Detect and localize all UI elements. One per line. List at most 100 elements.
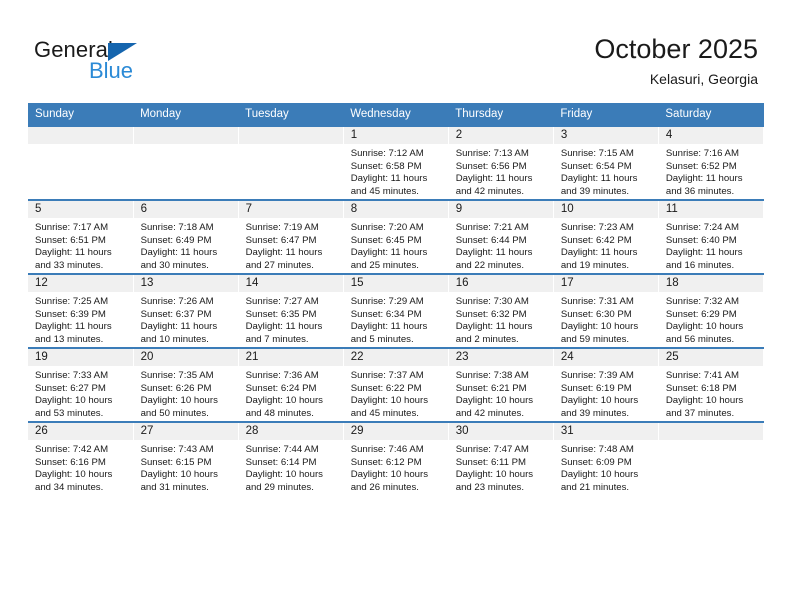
calendar-day-cell[interactable]: 29 Sunrise: 7:46 AM Sunset: 6:12 PM Dayl… [343, 421, 449, 495]
day-number: 12 [28, 275, 133, 292]
day-number: 20 [133, 349, 238, 366]
day-number: 29 [343, 423, 448, 440]
calendar-day-cell[interactable]: 7 Sunrise: 7:19 AM Sunset: 6:47 PM Dayli… [238, 199, 344, 274]
calendar-day-cell[interactable]: 20 Sunrise: 7:35 AM Sunset: 6:26 PM Dayl… [133, 347, 239, 422]
calendar-day-cell[interactable]: 18 Sunrise: 7:32 AM Sunset: 6:29 PM Dayl… [658, 273, 765, 348]
sunrise-text: Sunrise: 7:16 AM [665, 148, 739, 159]
daylight-text: Daylight: 11 hours and 5 minutes. [350, 321, 428, 345]
sunrise-text: Sunrise: 7:13 AM [455, 148, 529, 159]
daylight-text: Daylight: 11 hours and 10 minutes. [140, 321, 218, 345]
calendar-day-cell[interactable]: 28 Sunrise: 7:44 AM Sunset: 6:14 PM Dayl… [238, 421, 344, 495]
day-number [133, 127, 238, 144]
daylight-text: Daylight: 11 hours and 36 minutes. [665, 173, 743, 197]
day-details: Sunrise: 7:31 AM Sunset: 6:30 PM Dayligh… [554, 292, 658, 346]
calendar-day-cell[interactable]: 12 Sunrise: 7:25 AM Sunset: 6:39 PM Dayl… [28, 273, 134, 348]
calendar-table: Sunday Monday Tuesday Wednesday Thursday… [28, 103, 765, 495]
calendar-day-cell[interactable]: 30 Sunrise: 7:47 AM Sunset: 6:11 PM Dayl… [448, 421, 554, 495]
day-details: Sunrise: 7:12 AM Sunset: 6:58 PM Dayligh… [344, 144, 448, 198]
calendar-day-cell[interactable]: 10 Sunrise: 7:23 AM Sunset: 6:42 PM Dayl… [553, 199, 659, 274]
calendar-day-cell[interactable]: 6 Sunrise: 7:18 AM Sunset: 6:49 PM Dayli… [133, 199, 239, 274]
calendar-day-cell[interactable]: 2 Sunrise: 7:13 AM Sunset: 6:56 PM Dayli… [448, 125, 554, 200]
sunset-text: Sunset: 6:49 PM [140, 234, 212, 246]
day-details: Sunrise: 7:23 AM Sunset: 6:42 PM Dayligh… [554, 218, 658, 272]
calendar-day-cell[interactable]: 23 Sunrise: 7:38 AM Sunset: 6:21 PM Dayl… [448, 347, 554, 422]
daylight-text: Daylight: 11 hours and 25 minutes. [350, 247, 428, 271]
sunset-text: Sunset: 6:30 PM [560, 308, 632, 320]
day-number: 15 [343, 275, 448, 292]
sunrise-text: Sunrise: 7:15 AM [560, 148, 634, 159]
daylight-text: Daylight: 11 hours and 42 minutes. [455, 173, 533, 197]
sunset-text: Sunset: 6:58 PM [350, 160, 422, 172]
calendar-body: 1 Sunrise: 7:12 AM Sunset: 6:58 PM Dayli… [28, 125, 765, 495]
sunset-text: Sunset: 6:34 PM [350, 308, 422, 320]
day-details: Sunrise: 7:42 AM Sunset: 6:16 PM Dayligh… [28, 440, 133, 494]
calendar-day-cell[interactable]: 17 Sunrise: 7:31 AM Sunset: 6:30 PM Dayl… [553, 273, 659, 348]
sunset-text: Sunset: 6:09 PM [560, 456, 632, 468]
calendar-day-cell[interactable]: 24 Sunrise: 7:39 AM Sunset: 6:19 PM Dayl… [553, 347, 659, 422]
day-number: 22 [343, 349, 448, 366]
day-number: 13 [133, 275, 238, 292]
day-details: Sunrise: 7:20 AM Sunset: 6:45 PM Dayligh… [344, 218, 448, 272]
daylight-text: Daylight: 11 hours and 19 minutes. [560, 247, 638, 271]
day-details: Sunrise: 7:19 AM Sunset: 6:47 PM Dayligh… [239, 218, 343, 272]
day-details: Sunrise: 7:17 AM Sunset: 6:51 PM Dayligh… [28, 218, 133, 272]
calendar-day-cell[interactable]: 15 Sunrise: 7:29 AM Sunset: 6:34 PM Dayl… [343, 273, 449, 348]
daylight-text: Daylight: 11 hours and 2 minutes. [455, 321, 533, 345]
sunset-text: Sunset: 6:24 PM [245, 382, 317, 394]
calendar-day-cell[interactable]: 1 Sunrise: 7:12 AM Sunset: 6:58 PM Dayli… [343, 125, 449, 200]
day-details: Sunrise: 7:35 AM Sunset: 6:26 PM Dayligh… [134, 366, 238, 420]
daylight-text: Daylight: 10 hours and 26 minutes. [350, 469, 429, 493]
calendar-day-cell[interactable]: 5 Sunrise: 7:17 AM Sunset: 6:51 PM Dayli… [28, 199, 134, 274]
calendar-day-cell[interactable]: 8 Sunrise: 7:20 AM Sunset: 6:45 PM Dayli… [343, 199, 449, 274]
calendar-day-cell[interactable]: 19 Sunrise: 7:33 AM Sunset: 6:27 PM Dayl… [28, 347, 134, 422]
day-details: Sunrise: 7:27 AM Sunset: 6:35 PM Dayligh… [239, 292, 343, 346]
weekday-header-sunday: Sunday [28, 103, 134, 126]
calendar-day-cell[interactable]: 13 Sunrise: 7:26 AM Sunset: 6:37 PM Dayl… [133, 273, 239, 348]
calendar-day-cell[interactable]: 3 Sunrise: 7:15 AM Sunset: 6:54 PM Dayli… [553, 125, 659, 200]
calendar-day-cell[interactable]: 21 Sunrise: 7:36 AM Sunset: 6:24 PM Dayl… [238, 347, 344, 422]
daylight-text: Daylight: 10 hours and 56 minutes. [665, 321, 744, 345]
calendar-day-cell[interactable]: 16 Sunrise: 7:30 AM Sunset: 6:32 PM Dayl… [448, 273, 554, 348]
day-details: Sunrise: 7:48 AM Sunset: 6:09 PM Dayligh… [554, 440, 658, 494]
sunrise-text: Sunrise: 7:36 AM [245, 370, 319, 381]
calendar-day-cell[interactable]: 22 Sunrise: 7:37 AM Sunset: 6:22 PM Dayl… [343, 347, 449, 422]
calendar-day-cell[interactable]: 25 Sunrise: 7:41 AM Sunset: 6:18 PM Dayl… [658, 347, 765, 422]
sunrise-text: Sunrise: 7:44 AM [245, 444, 319, 455]
sunrise-text: Sunrise: 7:48 AM [560, 444, 634, 455]
daylight-text: Daylight: 10 hours and 23 minutes. [455, 469, 534, 493]
sunset-text: Sunset: 6:56 PM [455, 160, 527, 172]
page-header: General Blue October 2025 Kelasuri, Geor… [0, 0, 792, 103]
sunset-text: Sunset: 6:22 PM [350, 382, 422, 394]
calendar-day-cell[interactable]: 26 Sunrise: 7:42 AM Sunset: 6:16 PM Dayl… [28, 421, 134, 495]
calendar-day-cell[interactable]: 11 Sunrise: 7:24 AM Sunset: 6:40 PM Dayl… [658, 199, 765, 274]
day-number: 24 [553, 349, 658, 366]
location-subtitle: Kelasuri, Georgia [649, 71, 758, 87]
day-number: 11 [658, 201, 763, 218]
sunset-text: Sunset: 6:12 PM [350, 456, 422, 468]
day-details: Sunrise: 7:16 AM Sunset: 6:52 PM Dayligh… [659, 144, 763, 198]
calendar-week-row: 5 Sunrise: 7:17 AM Sunset: 6:51 PM Dayli… [28, 199, 765, 274]
daylight-text: Daylight: 10 hours and 31 minutes. [140, 469, 218, 493]
calendar-day-cell[interactable]: 9 Sunrise: 7:21 AM Sunset: 6:44 PM Dayli… [448, 199, 554, 274]
sunset-text: Sunset: 6:29 PM [665, 308, 737, 320]
calendar-day-cell[interactable]: 14 Sunrise: 7:27 AM Sunset: 6:35 PM Dayl… [238, 273, 344, 348]
general-blue-logo: General Blue [34, 38, 164, 84]
calendar-day-cell[interactable]: 27 Sunrise: 7:43 AM Sunset: 6:15 PM Dayl… [133, 421, 239, 495]
day-number: 10 [553, 201, 658, 218]
day-details: Sunrise: 7:37 AM Sunset: 6:22 PM Dayligh… [344, 366, 448, 420]
daylight-text: Daylight: 11 hours and 45 minutes. [350, 173, 428, 197]
day-number: 4 [658, 127, 763, 144]
sunset-text: Sunset: 6:40 PM [665, 234, 737, 246]
day-details: Sunrise: 7:21 AM Sunset: 6:44 PM Dayligh… [449, 218, 553, 272]
calendar-day-cell[interactable]: 31 Sunrise: 7:48 AM Sunset: 6:09 PM Dayl… [553, 421, 659, 495]
calendar-day-cell-empty [658, 421, 765, 495]
calendar-day-cell[interactable]: 4 Sunrise: 7:16 AM Sunset: 6:52 PM Dayli… [658, 125, 765, 200]
sunset-text: Sunset: 6:42 PM [560, 234, 632, 246]
sunrise-text: Sunrise: 7:37 AM [350, 370, 424, 381]
day-details: Sunrise: 7:38 AM Sunset: 6:21 PM Dayligh… [449, 366, 553, 420]
day-number: 2 [448, 127, 553, 144]
sunset-text: Sunset: 6:37 PM [140, 308, 212, 320]
day-details: Sunrise: 7:15 AM Sunset: 6:54 PM Dayligh… [554, 144, 658, 198]
day-details: Sunrise: 7:26 AM Sunset: 6:37 PM Dayligh… [134, 292, 238, 346]
day-details: Sunrise: 7:46 AM Sunset: 6:12 PM Dayligh… [344, 440, 448, 494]
